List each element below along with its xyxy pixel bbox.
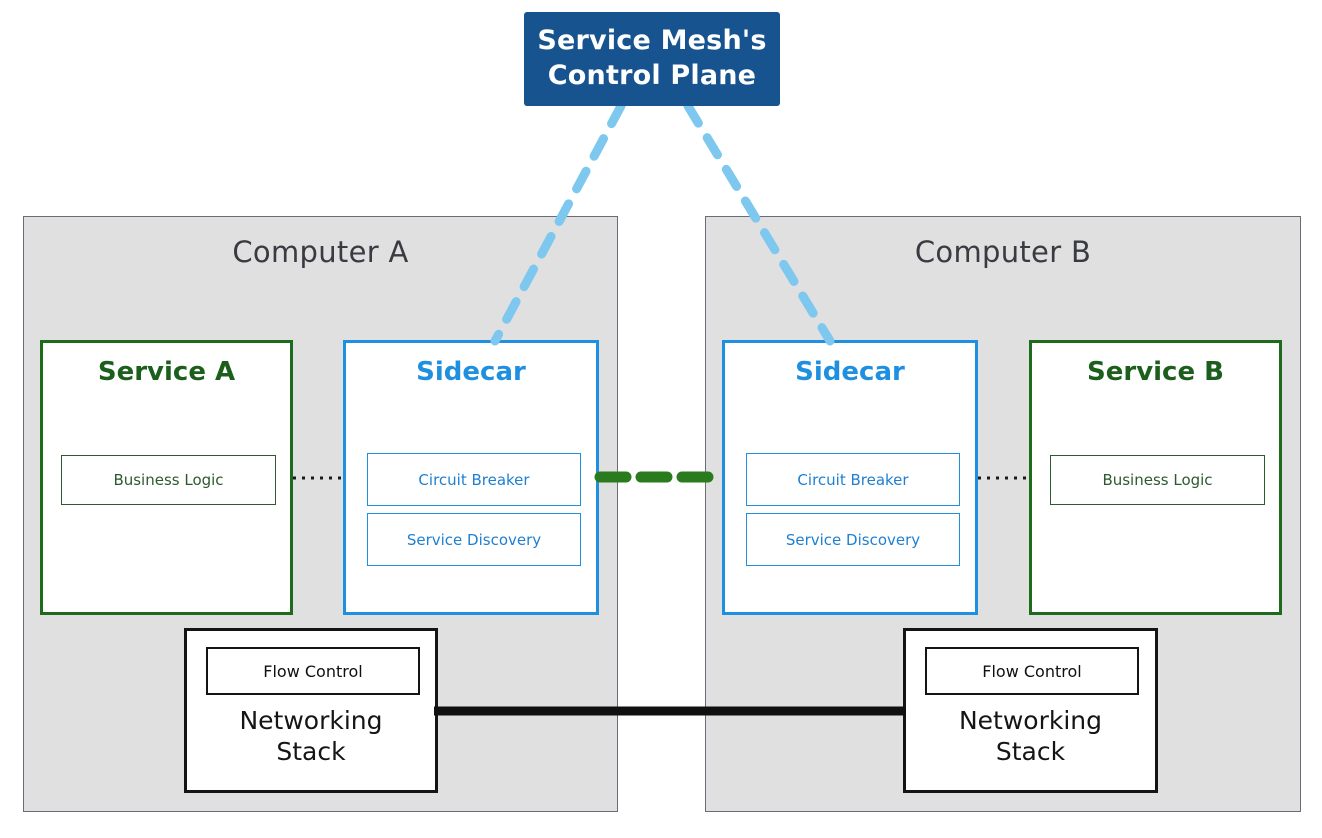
sidecar-b-circuit-breaker-box[interactable]: Circuit Breaker xyxy=(746,453,960,506)
service-b-box[interactable]: Service B Business Logic xyxy=(1029,340,1282,615)
service-a-business-logic-box[interactable]: Business Logic xyxy=(61,455,276,505)
service-a-box[interactable]: Service A Business Logic xyxy=(40,340,293,615)
sidecar-a-service-discovery-box[interactable]: Service Discovery xyxy=(367,513,581,566)
networking-stack-b-box[interactable]: Flow Control Networking Stack xyxy=(903,628,1158,793)
diagram-canvas: Computer A Service A Business Logic Side… xyxy=(0,0,1322,838)
service-b-title: Service B xyxy=(1087,357,1224,387)
sidecar-b-service-discovery-box[interactable]: Service Discovery xyxy=(746,513,960,566)
networking-stack-b-flow-control-box[interactable]: Flow Control xyxy=(925,647,1139,695)
networking-stack-a-box[interactable]: Flow Control Networking Stack xyxy=(184,628,438,793)
control-plane-box[interactable]: Service Mesh's Control Plane xyxy=(524,12,780,106)
service-b-business-logic-box[interactable]: Business Logic xyxy=(1050,455,1265,505)
sidecar-b-title: Sidecar xyxy=(795,357,905,387)
service-a-title: Service A xyxy=(97,357,236,387)
networking-stack-a-label: Networking Stack xyxy=(239,706,383,766)
sidecar-b-box[interactable]: Sidecar Circuit Breaker Service Discover… xyxy=(722,340,978,615)
networking-stack-b-label: Networking Stack xyxy=(958,706,1103,766)
sidecar-a-title: Sidecar xyxy=(416,357,526,387)
computer-a-title: Computer A xyxy=(232,235,409,269)
sidecar-a-circuit-breaker-box[interactable]: Circuit Breaker xyxy=(367,453,581,506)
control-plane-label: Service Mesh's Control Plane xyxy=(537,25,767,91)
sidecar-a-box[interactable]: Sidecar Circuit Breaker Service Discover… xyxy=(343,340,599,615)
computer-b-title: Computer B xyxy=(914,235,1092,269)
networking-stack-a-flow-control-box[interactable]: Flow Control xyxy=(206,647,420,695)
